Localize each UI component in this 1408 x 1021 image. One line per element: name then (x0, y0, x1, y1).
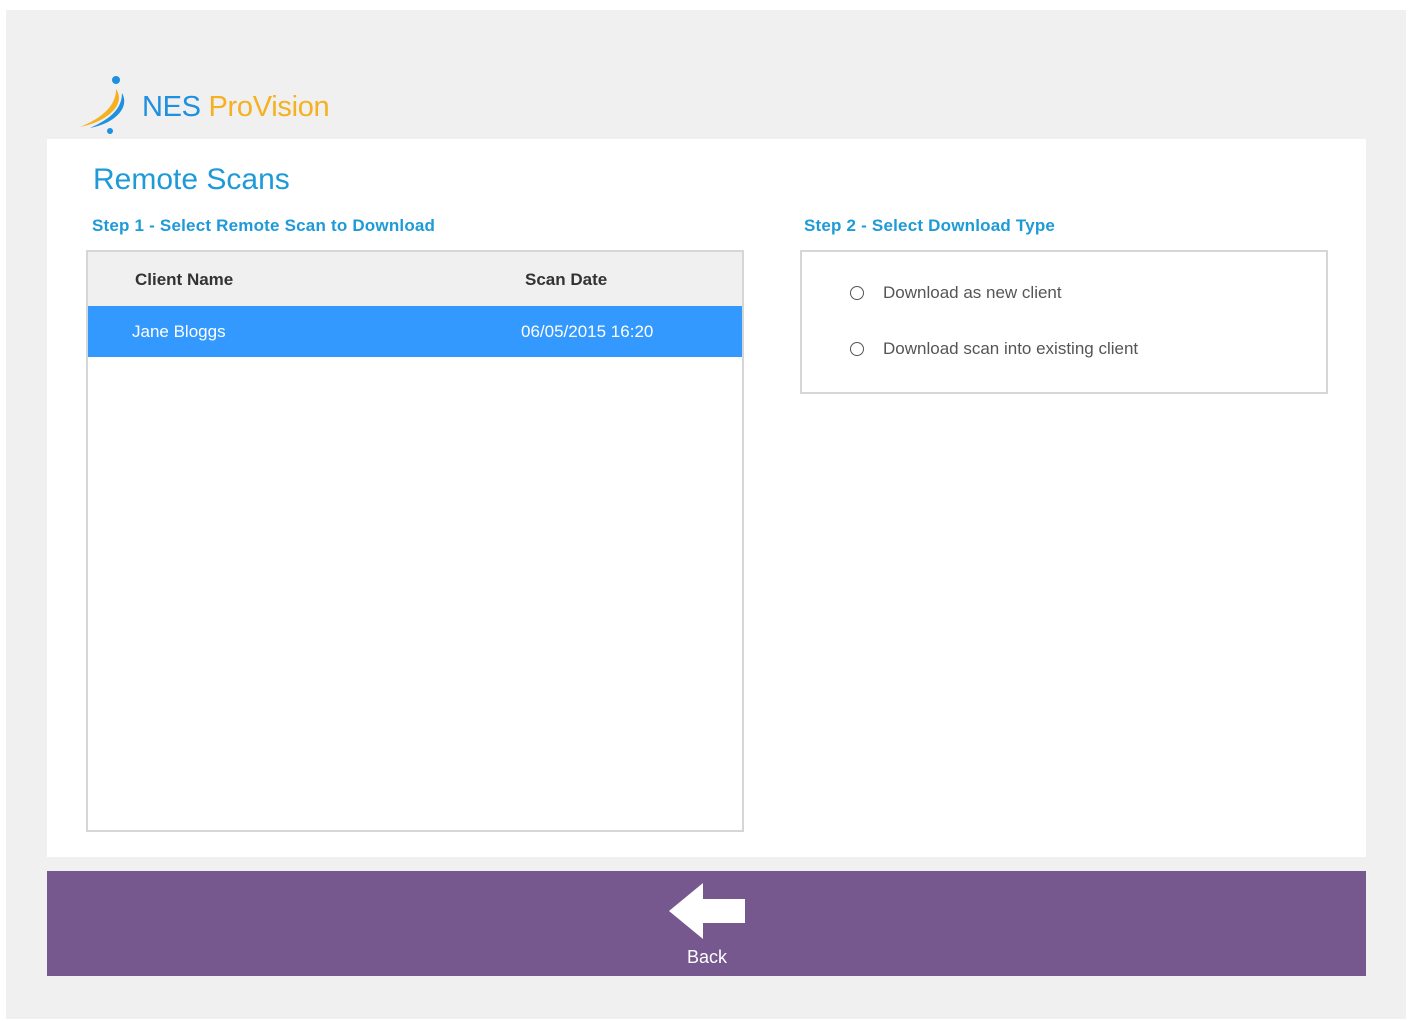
main-content-panel: Remote Scans Step 1 - Select Remote Scan… (47, 139, 1366, 857)
footer-bar: Back (47, 871, 1366, 976)
brand-name-provision: ProVision (208, 90, 330, 123)
client-name-cell: Jane Bloggs (132, 322, 226, 341)
app-frame: NES ProVision Remote Scans Step 1 - Sele… (6, 10, 1406, 1019)
table-header: Client Name Scan Date (88, 252, 742, 306)
arrow-left-icon (669, 883, 745, 939)
provision-logo-icon (80, 76, 125, 134)
column-header-client-name[interactable]: Client Name (135, 270, 233, 290)
download-type-box: Download as new client Download scan int… (800, 250, 1328, 394)
download-into-existing-client-option[interactable]: Download scan into existing client (850, 339, 1138, 359)
radio-button-new-client[interactable] (850, 286, 864, 300)
brand-name-nes: NES (142, 90, 201, 123)
download-as-new-client-option[interactable]: Download as new client (850, 283, 1062, 303)
remote-scans-table: Client Name Scan Date Jane Bloggs 06/05/… (86, 250, 744, 832)
page-title: Remote Scans (93, 163, 290, 196)
back-button-label: Back (686, 947, 728, 967)
radio-label-existing-client: Download scan into existing client (883, 339, 1139, 358)
table-row[interactable]: Jane Bloggs 06/05/2015 16:20 (88, 306, 742, 357)
brand-name: NES ProVision (142, 90, 330, 124)
step2-label: Step 2 - Select Download Type (804, 216, 1056, 235)
column-header-scan-date[interactable]: Scan Date (525, 270, 607, 290)
radio-label-new-client: Download as new client (883, 283, 1062, 302)
step1-label: Step 1 - Select Remote Scan to Download (92, 216, 436, 235)
radio-button-existing-client[interactable] (850, 342, 864, 356)
back-button[interactable]: Back (657, 879, 757, 971)
scan-date-cell: 06/05/2015 16:20 (521, 322, 654, 341)
brand-logo: NES ProVision (76, 72, 330, 136)
